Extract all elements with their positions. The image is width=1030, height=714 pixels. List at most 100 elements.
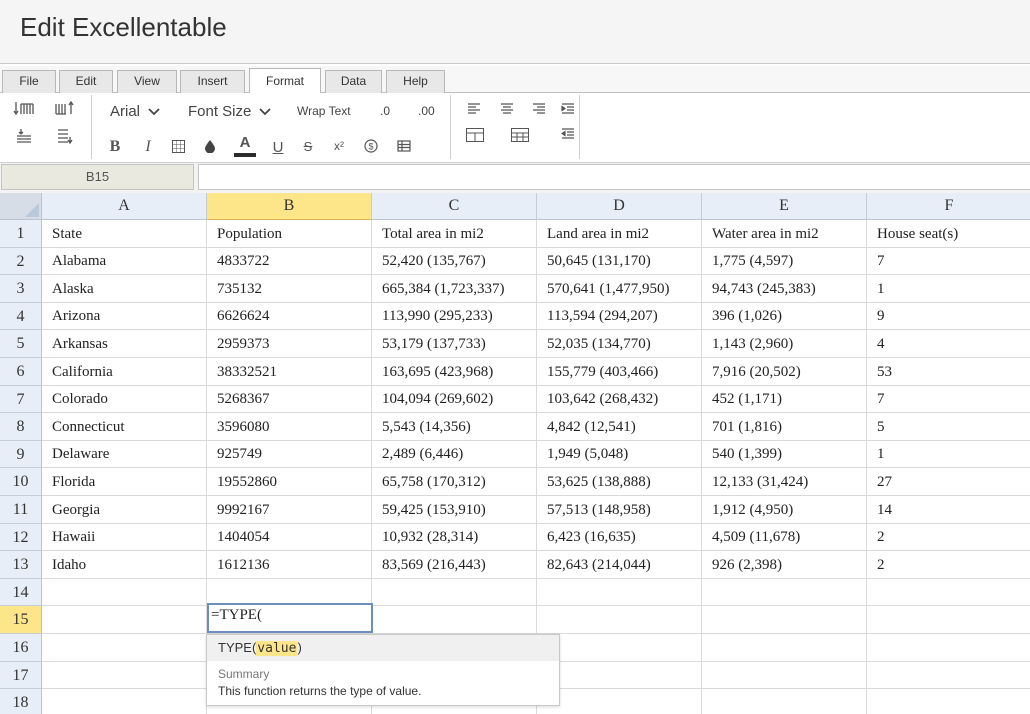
cell-a1[interactable]: State bbox=[42, 220, 207, 248]
cell-b1[interactable]: Population bbox=[207, 220, 372, 248]
merge-cells-icon[interactable] bbox=[465, 126, 485, 144]
cell-d2[interactable]: 50,645 (131,170) bbox=[537, 248, 702, 275]
row-header-13[interactable]: 13 bbox=[0, 551, 42, 579]
tab-view[interactable]: View bbox=[117, 70, 177, 93]
italic-button[interactable]: I bbox=[139, 137, 157, 157]
insert-row-below-icon[interactable] bbox=[53, 99, 77, 119]
row-header-15[interactable]: 15 bbox=[0, 606, 42, 634]
cell-f15[interactable] bbox=[867, 606, 1030, 634]
cell-e2[interactable]: 1,775 (4,597) bbox=[702, 248, 867, 275]
font-color-button[interactable]: A bbox=[233, 133, 257, 159]
tab-edit[interactable]: Edit bbox=[59, 70, 113, 93]
cell-a3[interactable]: Alaska bbox=[42, 275, 207, 303]
insert-column-right-icon[interactable] bbox=[53, 126, 77, 146]
cell-f4[interactable]: 9 bbox=[867, 303, 1030, 330]
row-header-14[interactable]: 14 bbox=[0, 579, 42, 606]
formula-input[interactable] bbox=[198, 164, 1030, 190]
align-left-icon[interactable] bbox=[465, 101, 483, 117]
cell-b8[interactable]: 3596080 bbox=[207, 413, 372, 441]
cell-d18[interactable] bbox=[537, 689, 702, 714]
cell-d4[interactable]: 113,594 (294,207) bbox=[537, 303, 702, 330]
cell-a13[interactable]: Idaho bbox=[42, 551, 207, 579]
cell-a14[interactable] bbox=[42, 579, 207, 606]
cell-e5[interactable]: 1,143 (2,960) bbox=[702, 330, 867, 358]
cell-a4[interactable]: Arizona bbox=[42, 303, 207, 330]
row-header-10[interactable]: 10 bbox=[0, 468, 42, 496]
cell-a10[interactable]: Florida bbox=[42, 468, 207, 496]
cell-d12[interactable]: 6,423 (16,635) bbox=[537, 524, 702, 551]
cell-c8[interactable]: 5,543 (14,356) bbox=[372, 413, 537, 441]
row-header-9[interactable]: 9 bbox=[0, 441, 42, 468]
cell-b7[interactable]: 5268367 bbox=[207, 386, 372, 413]
cell-d11[interactable]: 57,513 (148,958) bbox=[537, 496, 702, 524]
cell-c5[interactable]: 53,179 (137,733) bbox=[372, 330, 537, 358]
font-family-select[interactable]: Arial bbox=[110, 103, 160, 120]
cell-b3[interactable]: 735132 bbox=[207, 275, 372, 303]
cell-d8[interactable]: 4,842 (12,541) bbox=[537, 413, 702, 441]
indent-icon[interactable] bbox=[559, 101, 577, 117]
cell-c15[interactable] bbox=[372, 606, 537, 634]
cell-b14[interactable] bbox=[207, 579, 372, 606]
row-header-4[interactable]: 4 bbox=[0, 303, 42, 330]
cell-d7[interactable]: 103,642 (268,432) bbox=[537, 386, 702, 413]
row-header-8[interactable]: 8 bbox=[0, 413, 42, 441]
cell-e6[interactable]: 7,916 (20,502) bbox=[702, 358, 867, 386]
cell-b11[interactable]: 9992167 bbox=[207, 496, 372, 524]
underline-button[interactable]: U bbox=[269, 137, 287, 157]
align-right-icon[interactable] bbox=[530, 101, 548, 117]
cell-f18[interactable] bbox=[867, 689, 1030, 714]
fill-color-icon[interactable] bbox=[202, 137, 218, 155]
cell-f2[interactable]: 7 bbox=[867, 248, 1030, 275]
cell-f17[interactable] bbox=[867, 662, 1030, 689]
cell-f5[interactable]: 4 bbox=[867, 330, 1030, 358]
row-header-11[interactable]: 11 bbox=[0, 496, 42, 524]
cell-e7[interactable]: 452 (1,171) bbox=[702, 386, 867, 413]
row-header-16[interactable]: 16 bbox=[0, 634, 42, 662]
column-header-e[interactable]: E bbox=[702, 193, 867, 220]
currency-icon[interactable]: $ bbox=[362, 137, 380, 155]
cell-d3[interactable]: 570,641 (1,477,950) bbox=[537, 275, 702, 303]
decrease-decimal-button[interactable]: .0 bbox=[380, 104, 390, 118]
cell-b5[interactable]: 2959373 bbox=[207, 330, 372, 358]
cell-e12[interactable]: 4,509 (11,678) bbox=[702, 524, 867, 551]
cell-d13[interactable]: 82,643 (214,044) bbox=[537, 551, 702, 579]
number-format-icon[interactable] bbox=[395, 137, 413, 155]
cell-e17[interactable] bbox=[702, 662, 867, 689]
cell-c4[interactable]: 113,990 (295,233) bbox=[372, 303, 537, 330]
cell-c2[interactable]: 52,420 (135,767) bbox=[372, 248, 537, 275]
cell-c7[interactable]: 104,094 (269,602) bbox=[372, 386, 537, 413]
cell-f10[interactable]: 27 bbox=[867, 468, 1030, 496]
function-suggestion[interactable]: TYPE(value) bbox=[207, 635, 559, 661]
insert-row-above-icon[interactable] bbox=[12, 99, 36, 119]
unmerge-cells-icon[interactable] bbox=[510, 126, 530, 144]
row-header-2[interactable]: 2 bbox=[0, 248, 42, 275]
wrap-text-button[interactable]: Wrap Text bbox=[297, 104, 351, 118]
cell-f7[interactable]: 7 bbox=[867, 386, 1030, 413]
cell-b13[interactable]: 1612136 bbox=[207, 551, 372, 579]
cell-d16[interactable] bbox=[537, 634, 702, 662]
cell-e4[interactable]: 396 (1,026) bbox=[702, 303, 867, 330]
cell-a12[interactable]: Hawaii bbox=[42, 524, 207, 551]
cell-c1[interactable]: Total area in mi2 bbox=[372, 220, 537, 248]
cell-e9[interactable]: 540 (1,399) bbox=[702, 441, 867, 468]
cell-f9[interactable]: 1 bbox=[867, 441, 1030, 468]
column-header-d[interactable]: D bbox=[537, 193, 702, 220]
cell-f14[interactable] bbox=[867, 579, 1030, 606]
cell-a6[interactable]: California bbox=[42, 358, 207, 386]
cell-a15[interactable] bbox=[42, 606, 207, 634]
cell-d6[interactable]: 155,779 (403,466) bbox=[537, 358, 702, 386]
row-header-5[interactable]: 5 bbox=[0, 330, 42, 358]
cell-f3[interactable]: 1 bbox=[867, 275, 1030, 303]
cell-f11[interactable]: 14 bbox=[867, 496, 1030, 524]
cell-e14[interactable] bbox=[702, 579, 867, 606]
cell-f16[interactable] bbox=[867, 634, 1030, 662]
row-header-7[interactable]: 7 bbox=[0, 386, 42, 413]
cell-e15[interactable] bbox=[702, 606, 867, 634]
cell-e10[interactable]: 12,133 (31,424) bbox=[702, 468, 867, 496]
cell-c9[interactable]: 2,489 (6,446) bbox=[372, 441, 537, 468]
cell-d14[interactable] bbox=[537, 579, 702, 606]
increase-decimal-button[interactable]: .00 bbox=[418, 104, 435, 118]
cell-f1[interactable]: House seat(s) bbox=[867, 220, 1030, 248]
cell-f6[interactable]: 53 bbox=[867, 358, 1030, 386]
cell-a2[interactable]: Alabama bbox=[42, 248, 207, 275]
